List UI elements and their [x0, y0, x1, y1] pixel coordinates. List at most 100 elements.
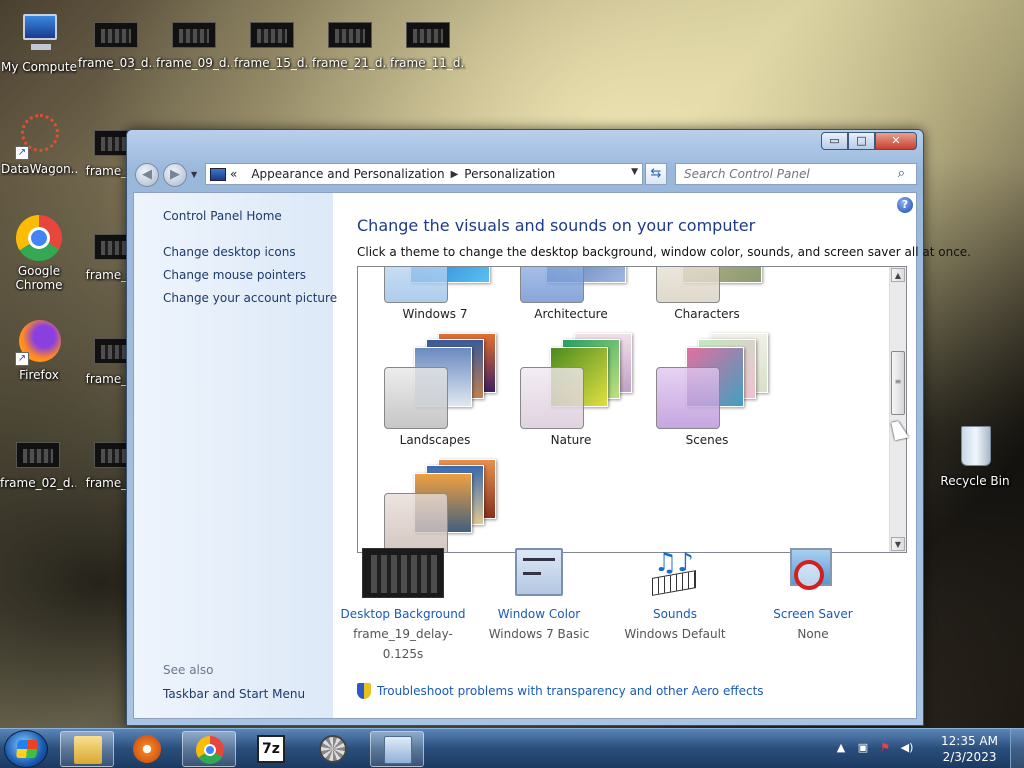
theme-label: Windows 7: [402, 307, 468, 321]
desktop-icon-frame[interactable]: frame_09_d...: [156, 10, 232, 70]
close-button[interactable]: ✕: [875, 132, 917, 150]
control-panel-icon: [384, 736, 412, 764]
chrome-icon: [196, 736, 224, 764]
theme-characters[interactable]: Characters: [642, 267, 772, 321]
theme-nature[interactable]: Nature: [506, 333, 636, 447]
desktop-icon-firefox[interactable]: ↗ Firefox: [1, 318, 77, 382]
sounds-link[interactable]: Sounds: [605, 604, 745, 624]
troubleshoot-link[interactable]: Troubleshoot problems with transparency …: [357, 683, 764, 699]
desktop-icon-datawagon[interactable]: ↗ DataWagon...: [1, 112, 77, 176]
theme-label: Scenes: [685, 433, 729, 447]
image-thumbnail-icon: [172, 22, 216, 48]
back-button[interactable]: ◀: [135, 163, 159, 187]
window-color-setting[interactable]: Window Color Windows 7 Basic: [469, 548, 609, 644]
desktop-icon-frame[interactable]: frame_15_d...: [234, 10, 310, 70]
desktop-background-link[interactable]: Desktop Background: [333, 604, 473, 624]
forward-button[interactable]: ▶: [163, 163, 187, 187]
desktop-icon-frame[interactable]: frame_21_d...: [312, 10, 388, 70]
recycle-bin-icon: [951, 424, 999, 472]
desktop-icon-label: Firefox: [19, 368, 59, 382]
change-desktop-icons-link[interactable]: Change desktop icons: [163, 245, 296, 259]
scroll-down-arrow-icon[interactable]: ▼: [891, 537, 905, 551]
firefox-icon: ↗: [15, 318, 63, 366]
desktop-background-thumbnail: [362, 548, 444, 598]
image-thumbnail-icon: [16, 442, 60, 468]
theme-landscapes[interactable]: Landscapes: [370, 333, 500, 447]
screen-saver-setting[interactable]: Screen Saver None: [743, 548, 883, 644]
theme-list-scrollbar[interactable]: ▲ ≡ ▼: [889, 267, 906, 552]
window-color-value: Windows 7 Basic: [488, 627, 590, 641]
control-panel-home-link[interactable]: Control Panel Home: [163, 209, 282, 223]
refresh-button[interactable]: ⇆: [645, 163, 667, 185]
desktop-icon-recycle-bin[interactable]: Recycle Bin: [937, 424, 1013, 488]
help-icon[interactable]: ?: [897, 197, 913, 213]
screen-saver-value: None: [797, 627, 829, 641]
system-tray: ▲ ▣ ⚑ ◀) 12:35 AM 2/3/2023: [834, 729, 1024, 768]
search-icon[interactable]: ⌕: [898, 166, 905, 181]
desktop-icon-google-chrome[interactable]: Google Chrome: [1, 214, 77, 292]
show-desktop-button[interactable]: [1010, 729, 1024, 768]
desktop-background-value: frame_19_delay-0.125s: [353, 627, 453, 661]
taskbar: 7z ▲ ▣ ⚑ ◀) 12:35 AM 2/3/2023: [0, 728, 1024, 768]
recent-pages-dropdown[interactable]: ▼: [191, 170, 197, 179]
breadcrumb-appearance[interactable]: Appearance and Personalization: [251, 167, 444, 181]
windows-logo-icon: [16, 740, 38, 758]
forward-arrow-icon: ▶: [170, 167, 180, 182]
sounds-setting[interactable]: ♫♪ Sounds Windows Default: [605, 548, 745, 644]
desktop-icon-label: frame_03_d...: [78, 56, 154, 70]
screen-saver-link[interactable]: Screen Saver: [743, 604, 883, 624]
breadcrumb-separator-arrow[interactable]: ▶: [451, 169, 459, 180]
theme-scenes[interactable]: Scenes: [642, 333, 772, 447]
image-thumbnail-icon: [250, 22, 294, 48]
theme-windows-7[interactable]: Windows 7: [370, 267, 500, 321]
desktop-icon-label: frame_15_d...: [234, 56, 310, 70]
theme-label: Characters: [674, 307, 740, 321]
taskbar-video-app[interactable]: [306, 731, 360, 767]
change-account-picture-link[interactable]: Change your account picture: [163, 291, 337, 305]
taskbar-explorer[interactable]: [60, 731, 114, 767]
theme-unnamed[interactable]: [370, 459, 500, 552]
change-mouse-pointers-link[interactable]: Change mouse pointers: [163, 268, 306, 282]
content-area: Control Panel Home Change desktop icons …: [133, 192, 971, 719]
theme-list: Windows 7 Architecture Characters Landsc…: [357, 266, 907, 553]
desktop-icon-frame[interactable]: frame_02_d...: [0, 430, 76, 490]
desktop-icon-label: DataWagon...: [1, 162, 77, 176]
theme-preview: [370, 267, 500, 303]
shortcut-arrow-icon: ↗: [15, 352, 29, 366]
page-title: Change the visuals and sounds on your co…: [357, 216, 756, 235]
folder-icon: [74, 736, 102, 764]
window-color-icon: [498, 548, 580, 598]
taskbar-chrome[interactable]: [182, 731, 236, 767]
volume-icon[interactable]: ◀): [900, 741, 914, 755]
address-dropdown-icon[interactable]: ▼: [631, 167, 638, 177]
scrollbar-thumb[interactable]: ≡: [891, 351, 905, 415]
taskbar-control-panel[interactable]: [370, 731, 424, 767]
search-input[interactable]: [675, 163, 917, 185]
see-also-heading: See also: [163, 663, 214, 677]
theme-architecture[interactable]: Architecture: [506, 267, 636, 321]
network-icon[interactable]: ▣: [856, 741, 870, 755]
taskbar-clock[interactable]: 12:35 AM 2/3/2023: [941, 733, 998, 765]
show-hidden-icons-icon[interactable]: ▲: [834, 741, 848, 755]
desktop-icon-frame[interactable]: frame_03_d...: [78, 10, 154, 70]
taskbar-start-menu-link[interactable]: Taskbar and Start Menu: [163, 687, 305, 701]
desktop-background-setting[interactable]: Desktop Background frame_19_delay-0.125s: [333, 548, 473, 664]
address-bar[interactable]: « Appearance and Personalization ▶ Perso…: [205, 163, 643, 185]
theme-preview: [370, 333, 500, 429]
taskbar-7zip[interactable]: 7z: [244, 731, 298, 767]
action-center-flag-icon[interactable]: ⚑: [878, 741, 892, 755]
theme-preview: [642, 333, 772, 429]
datawagon-icon: ↗: [15, 112, 63, 160]
maximize-button[interactable]: □: [848, 132, 875, 150]
window-color-link[interactable]: Window Color: [469, 604, 609, 624]
minimize-button[interactable]: ▭: [821, 132, 848, 150]
clock-date: 2/3/2023: [942, 750, 997, 764]
start-button[interactable]: [4, 730, 48, 768]
address-overflow[interactable]: «: [230, 167, 237, 181]
desktop-icon-frame[interactable]: frame_11_d...: [390, 10, 466, 70]
breadcrumb-personalization[interactable]: Personalization: [464, 167, 555, 181]
theme-label: Landscapes: [399, 433, 471, 447]
scroll-up-arrow-icon[interactable]: ▲: [891, 268, 905, 282]
taskbar-media-player[interactable]: [120, 731, 174, 767]
desktop-icon-my-computer[interactable]: My Computer: [1, 10, 77, 74]
